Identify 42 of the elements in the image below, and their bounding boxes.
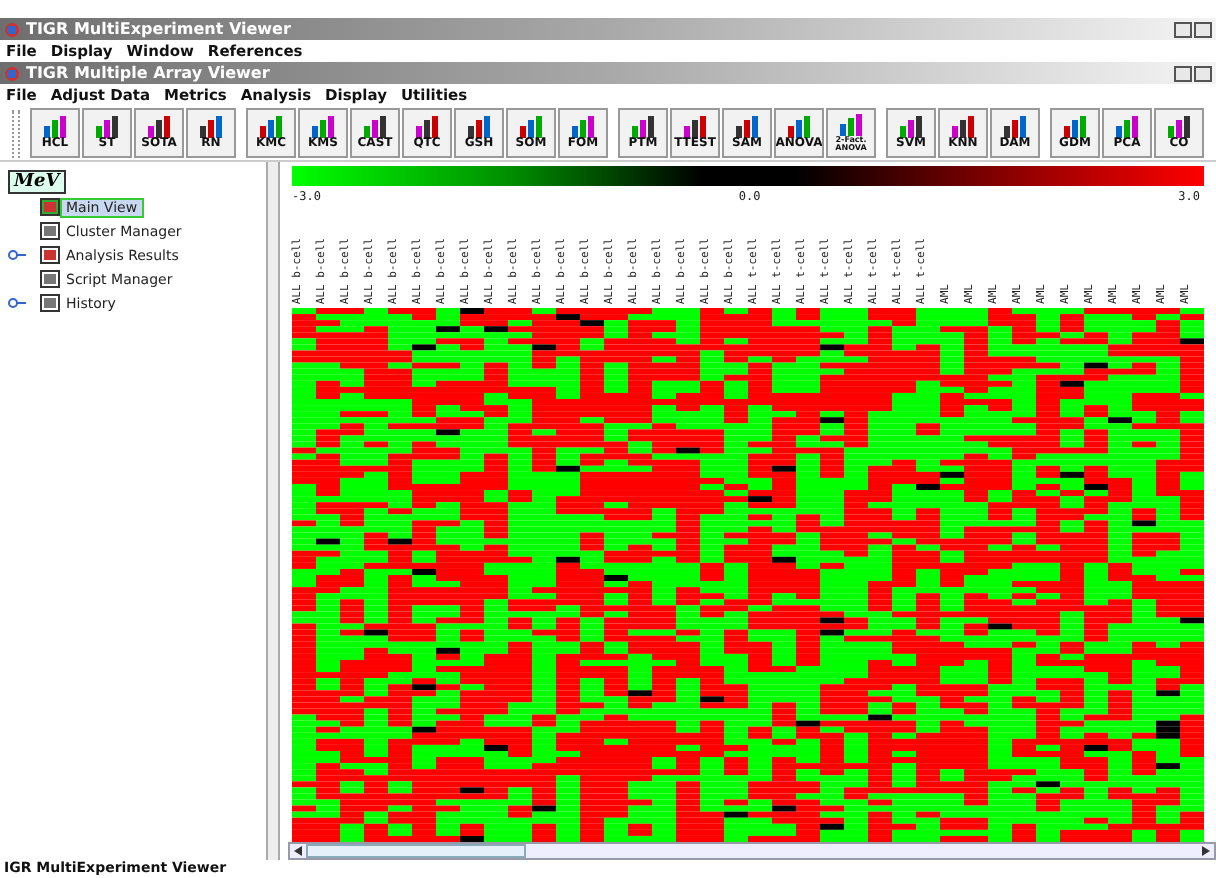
chart-icon	[1165, 116, 1193, 138]
node-icon	[40, 294, 60, 312]
chart-icon	[1001, 116, 1029, 138]
chart-icon	[897, 116, 925, 138]
node-icon	[40, 246, 60, 264]
maximize-button[interactable]	[1194, 21, 1212, 37]
expand-handle-icon[interactable]	[8, 298, 26, 308]
chart-icon	[949, 116, 977, 138]
scroll-thumb[interactable]	[306, 844, 526, 858]
chart-icon	[569, 116, 597, 138]
chart-icon	[1113, 116, 1141, 138]
chart-icon	[785, 116, 813, 138]
scroll-left-icon[interactable]	[290, 844, 306, 858]
node-icon	[40, 222, 60, 240]
chart-icon	[309, 116, 337, 138]
chart-icon	[681, 116, 709, 138]
expand-handle-icon[interactable]	[8, 250, 26, 260]
horizontal-scrollbar[interactable]	[288, 842, 1216, 860]
window-icon	[4, 21, 20, 37]
window-title: TIGR MultiExperiment Viewer	[26, 20, 291, 38]
chart-icon	[465, 116, 493, 138]
chart-icon	[257, 116, 285, 138]
chart-icon	[41, 116, 69, 138]
minimize-button[interactable]	[1174, 21, 1192, 37]
node-icon	[40, 270, 60, 288]
node-icon	[40, 198, 60, 216]
chart-icon	[93, 116, 121, 138]
window-title: TIGR Multiple Array Viewer	[26, 64, 270, 82]
chart-icon	[517, 116, 545, 138]
chart-icon	[733, 116, 761, 138]
window-icon	[4, 65, 20, 81]
scroll-right-icon[interactable]	[1198, 844, 1214, 858]
chart-icon	[197, 116, 225, 138]
chart-icon	[413, 116, 441, 138]
chart-icon	[629, 116, 657, 138]
chart-icon	[361, 116, 389, 138]
chart-icon	[1061, 116, 1089, 138]
minimize-button[interactable]	[1174, 65, 1192, 81]
maximize-button[interactable]	[1194, 65, 1212, 81]
chart-icon	[837, 114, 865, 136]
chart-icon	[145, 116, 173, 138]
app-logo: MeV	[8, 170, 66, 194]
